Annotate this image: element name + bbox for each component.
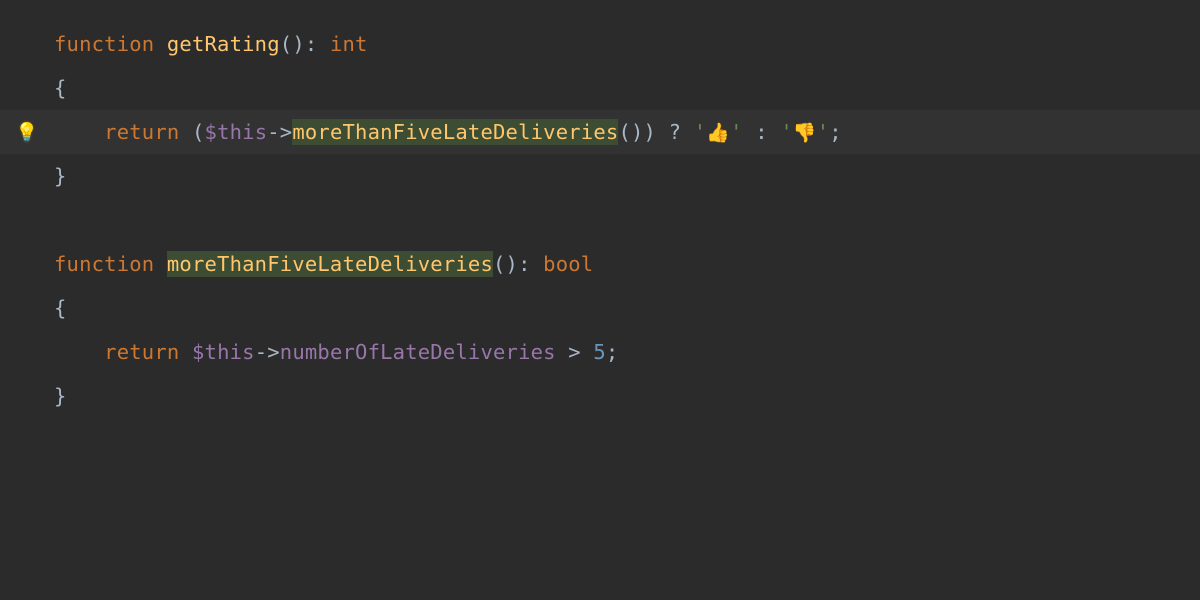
thumbs-down-icon: 👎 [793,122,817,144]
code-content[interactable]: return ($this->moreThanFiveLateDeliverie… [54,120,1200,144]
var-this: $this [205,120,268,144]
function-name: getRating [167,32,280,56]
code-content[interactable]: return $this->numberOfLateDeliveries > 5… [54,340,1200,364]
keyword-function: function [54,32,154,56]
number-literal: 5 [593,340,606,364]
brace-close: } [54,164,67,188]
gt-op: > [568,340,581,364]
colon: : [305,32,318,56]
keyword-function: function [54,252,154,276]
string-quote: ' [694,120,707,144]
parens: () [280,32,305,56]
property-name: numberOfLateDeliveries [280,340,556,364]
paren-open: ( [192,120,205,144]
return-type: bool [543,252,593,276]
string-quote: ' [780,120,793,144]
gutter: 💡 [0,122,54,143]
code-line[interactable]: return $this->numberOfLateDeliveries > 5… [0,330,1200,374]
code-line[interactable]: } [0,154,1200,198]
code-line[interactable]: } [0,374,1200,418]
ternary-q: ? [669,120,682,144]
call-parens: () [618,120,643,144]
thumbs-up-icon: 👍 [706,122,730,144]
code-content[interactable]: } [54,164,1200,188]
code-line[interactable]: { [0,286,1200,330]
function-name-highlighted: moreThanFiveLateDeliveries [167,251,493,277]
keyword-return: return [104,340,179,364]
var-this: $this [192,340,255,364]
lightbulb-icon[interactable]: 💡 [16,122,38,143]
semicolon: ; [606,340,619,364]
code-content[interactable]: function moreThanFiveLateDeliveries(): b… [54,252,1200,276]
method-call-highlighted: moreThanFiveLateDeliveries [292,119,618,145]
arrow-op: -> [255,340,280,364]
paren-close: ) [644,120,657,144]
brace-open: { [54,296,67,320]
code-line[interactable]: { [0,66,1200,110]
keyword-return: return [104,120,179,144]
code-line-blank[interactable] [0,198,1200,242]
code-editor[interactable]: function getRating(): int { 💡 return ($t… [0,0,1200,418]
arrow-op: -> [267,120,292,144]
colon: : [518,252,531,276]
parens: () [493,252,518,276]
code-content[interactable]: { [54,76,1200,100]
brace-close: } [54,384,67,408]
string-quote: ' [817,120,830,144]
ternary-colon: : [755,120,768,144]
code-content[interactable]: { [54,296,1200,320]
return-type: int [330,32,368,56]
brace-open: { [54,76,67,100]
string-quote: ' [730,120,743,144]
code-line[interactable]: function moreThanFiveLateDeliveries(): b… [0,242,1200,286]
code-content[interactable]: function getRating(): int [54,32,1200,56]
code-line-active[interactable]: 💡 return ($this->moreThanFiveLateDeliver… [0,110,1200,154]
code-line[interactable]: function getRating(): int [0,22,1200,66]
semicolon: ; [829,120,842,144]
code-content[interactable]: } [54,384,1200,408]
